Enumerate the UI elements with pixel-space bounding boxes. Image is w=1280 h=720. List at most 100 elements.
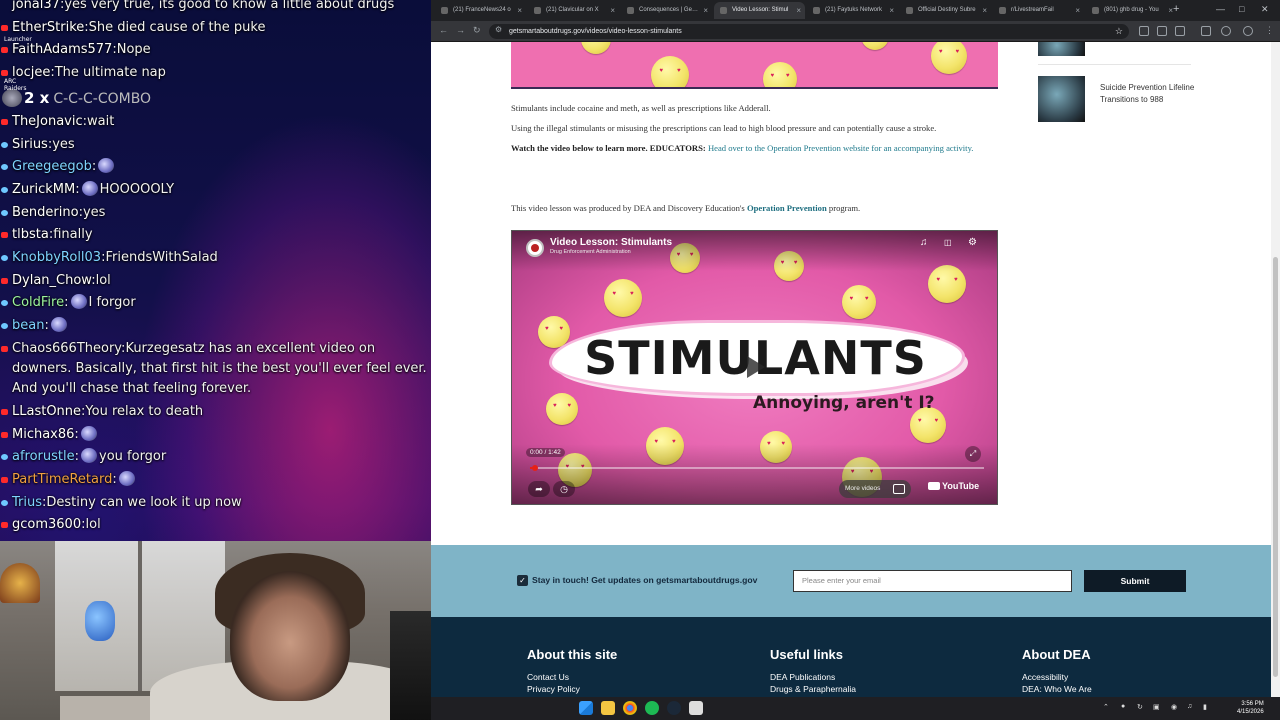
email-field[interactable]: Please enter your email [793,570,1072,592]
video-player[interactable]: STIMULANTS Annoying, aren't I? Video Les… [511,230,998,505]
tray-sync-icon[interactable]: ↻ [1137,703,1143,711]
bookmark-star-icon[interactable]: ☆ [1115,24,1123,39]
spotify-icon[interactable] [645,701,659,715]
site-info-icon[interactable]: ⚙ [495,25,502,34]
chat-username[interactable]: ColdFire [12,295,64,310]
paragraph-3: Watch the video below to learn more. EDU… [511,143,973,153]
footer-link-drugs[interactable]: Drugs & Paraphernalia [770,684,856,694]
chat-message: LLastOnne:You relax to death [0,401,431,424]
chrome-icon[interactable] [623,701,637,715]
submit-button[interactable]: Submit [1084,570,1186,592]
chat-username[interactable]: gcom3600 [12,517,81,532]
footer-heading-about-dea: About DEA [1022,647,1091,662]
tray-app-icon[interactable]: ● [1121,703,1125,710]
chat-username[interactable]: PartTimeRetard [12,472,112,487]
checkbox-icon[interactable]: ✓ [517,575,528,586]
related-thumbnail-prev[interactable] [1038,42,1085,56]
minimize-icon[interactable]: — [1216,4,1225,14]
chat-username[interactable]: LLastOnne [12,404,81,419]
extensions-puzzle-icon[interactable] [1175,26,1185,36]
volume-icon[interactable]: ♫ [920,237,928,248]
dea-logo-icon[interactable] [526,239,544,257]
browser-tab[interactable]: Video Lesson: Stimul × [714,2,805,19]
play-icon[interactable] [747,356,765,378]
scrollbar-thumb[interactable] [1273,257,1278,677]
chat-username[interactable]: Greegeegob [12,159,92,174]
footer-link-publications[interactable]: DEA Publications [770,672,835,682]
browser-tab[interactable]: (21) Faytuks Network × [807,2,898,19]
footer-link-privacy[interactable]: Privacy Policy [527,684,580,694]
chat-username[interactable]: Dylan_Chow [12,273,91,288]
clock[interactable]: 3:56 PM 4/15/2026 [1237,700,1264,716]
extension-icon[interactable] [1139,26,1149,36]
footer-link-accessibility[interactable]: Accessibility [1022,672,1068,682]
tab-close-icon[interactable]: × [517,2,522,19]
figurine [85,601,115,641]
browser-tab[interactable]: Official Destiny Subre × [900,2,991,19]
fullscreen-icon[interactable]: ⤢ [965,446,981,462]
screenshot-icon[interactable] [1157,26,1167,36]
obs-icon[interactable] [689,701,703,715]
new-tab-icon[interactable]: + [1173,3,1179,15]
chat-username[interactable]: ZurickMM [12,182,75,197]
tray-display-icon[interactable]: ▣ [1153,703,1160,711]
footer-link-who-we-are[interactable]: DEA: Who We Are [1022,684,1092,694]
chat-message: Michax86: [0,424,431,447]
captions-icon[interactable]: ◫ [944,238,952,247]
browser-tab[interactable]: Consequences | Get S × [621,2,712,19]
launcher-label: Launcher [4,36,32,43]
chat-username[interactable]: Trius [12,495,42,510]
operation-prevention-activity-link[interactable]: Head over to the Operation Prevention we… [708,143,974,153]
forward-icon[interactable]: → [456,25,465,35]
related-article-link[interactable]: Suicide Prevention Lifeline Transitions … [1100,82,1200,105]
browser-tab[interactable]: r/LivestreamFail × [993,2,1084,19]
browser-tab[interactable]: (21) Clavicular on X × [528,2,619,19]
watch-later-icon[interactable]: ◷ [553,481,575,497]
browser-tab[interactable]: (21) FranceNews24 o × [435,2,526,19]
footer-heading-useful-links: Useful links [770,647,843,662]
chat-username[interactable]: afrorustle [12,449,75,464]
download-icon[interactable] [1221,26,1231,36]
browser-tab[interactable]: (801) ghb drug - You × [1086,2,1177,19]
volume-tray-icon[interactable]: ♫ [1187,703,1192,710]
tab-label: (801) ghb drug - You [1104,7,1159,13]
page-scrollbar[interactable] [1271,42,1280,697]
chat-username[interactable]: KnobbyRoll03 [12,250,101,265]
chat-username[interactable]: Michax86 [12,427,74,442]
battery-icon[interactable]: ▮ [1203,703,1207,711]
profile-avatar[interactable] [1243,26,1253,36]
tab-close-icon[interactable]: × [610,2,615,19]
chat-username[interactable]: Benderino [12,205,79,220]
close-window-icon[interactable]: ✕ [1261,4,1269,15]
chat-username[interactable]: bean [12,318,44,333]
footer-link-contact[interactable]: Contact Us [527,672,569,682]
address-bar[interactable]: ⚙ getsmartaboutdrugs.gov/videos/video-le… [489,24,1129,39]
steam-icon[interactable] [667,701,681,715]
tab-close-icon[interactable]: × [889,2,894,19]
chat-message: EtherStrike:She died cause of the puke [0,17,431,40]
file-explorer-icon[interactable] [601,701,615,715]
youtube-logo[interactable]: YouTube [928,481,979,491]
seek-handle[interactable] [532,465,538,471]
settings-gear-icon[interactable]: ⚙ [968,237,977,248]
wifi-icon[interactable]: ◉ [1171,703,1177,711]
back-icon[interactable]: ← [439,25,448,35]
paragraph-2: Using the illegal stimulants or misusing… [511,123,937,133]
chat-username[interactable]: tlbsta [12,227,49,242]
sidebar-icon[interactable] [1201,26,1211,36]
tab-close-icon[interactable]: × [982,2,987,19]
video-title[interactable]: Video Lesson: Stimulants [550,237,672,248]
related-thumbnail[interactable] [1038,76,1085,122]
maximize-icon[interactable]: □ [1239,4,1244,14]
tab-close-icon[interactable]: × [703,2,708,19]
start-icon[interactable] [579,701,593,715]
menu-kebab-icon[interactable]: ⋮ [1265,25,1274,36]
tray-chevron-icon[interactable]: ⌃ [1103,703,1109,711]
tab-close-icon[interactable]: × [1075,2,1080,19]
share-icon[interactable]: ➦ [528,481,550,497]
reload-icon[interactable]: ↻ [473,25,481,36]
tab-close-icon[interactable]: × [796,2,801,19]
seek-bar[interactable] [530,465,984,471]
operation-prevention-link[interactable]: Operation Prevention [747,203,827,213]
more-videos-button[interactable]: More videos [839,480,911,498]
